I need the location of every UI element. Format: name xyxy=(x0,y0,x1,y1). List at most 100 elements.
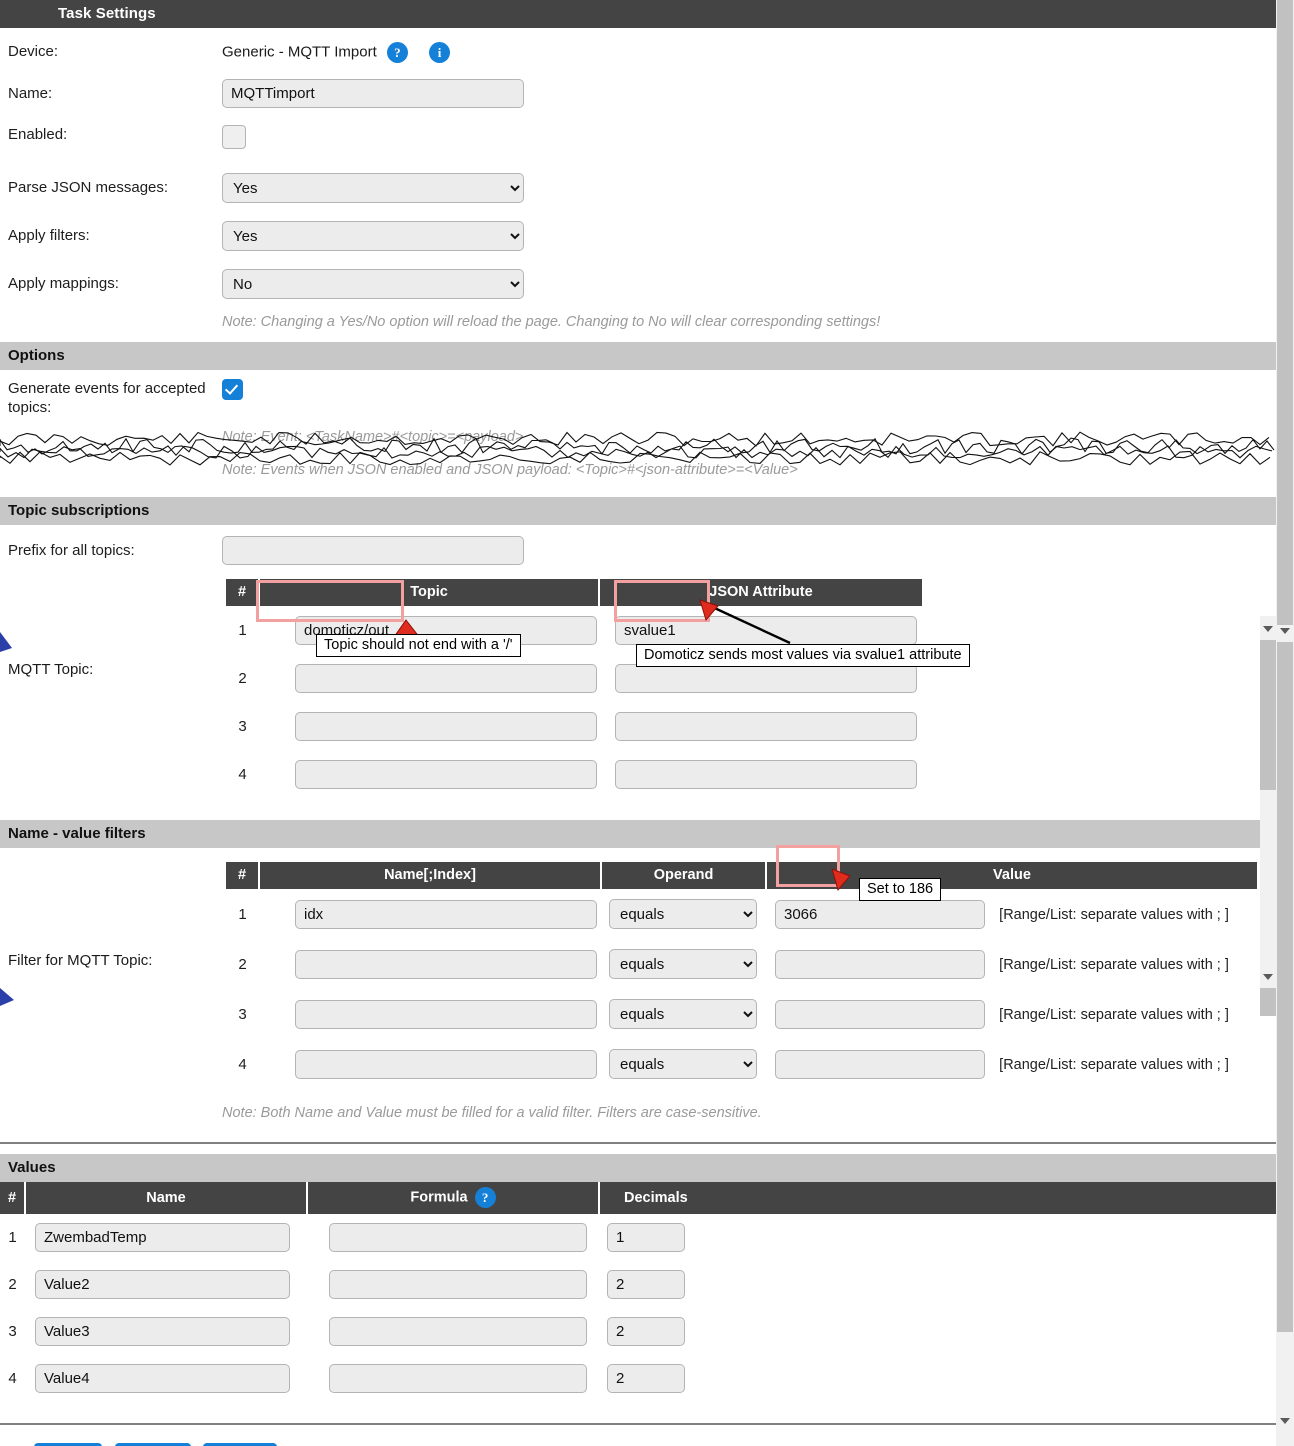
json-attr-input-3[interactable] xyxy=(615,711,917,741)
page-scrollbar-down-arrow[interactable] xyxy=(1280,628,1290,634)
parse-json-select[interactable]: Yes xyxy=(222,173,524,203)
th-values-num: # xyxy=(0,1182,26,1214)
value-name-input-3[interactable] xyxy=(35,1317,290,1346)
filter-operand-select-2[interactable]: equals xyxy=(609,949,757,979)
topic-table: # Topic JSON Attribute 1 2 3 xyxy=(226,579,922,798)
filter-hint-1: [Range/List: separate values with ; ] xyxy=(999,906,1229,923)
tear-wave-line xyxy=(0,445,1273,459)
name-label: Name: xyxy=(8,85,53,102)
value-name-input-2[interactable] xyxy=(35,1270,290,1299)
value-formula-input-3[interactable] xyxy=(329,1317,587,1346)
prefix-input[interactable] xyxy=(222,536,524,565)
formula-help-icon[interactable]: ? xyxy=(474,1187,496,1208)
enabled-label: Enabled: xyxy=(8,126,68,143)
section-header-topic-subscriptions: Topic subscriptions xyxy=(0,497,1276,525)
generate-events-row: Generate events for accepted topics: xyxy=(0,379,1276,417)
filter-name-input-2[interactable] xyxy=(295,949,597,979)
inner-scrollbar-down-arrow-2[interactable] xyxy=(1263,974,1273,980)
inner-scrollbar-thumb[interactable] xyxy=(1260,640,1276,790)
th-filter-operand: Operand xyxy=(601,862,767,889)
callout-topic: Topic should not end with a '/' xyxy=(316,634,521,657)
table-row: 3 xyxy=(0,1308,1276,1355)
filter-value-input-4[interactable] xyxy=(775,1049,985,1079)
json-attr-input-1[interactable] xyxy=(615,615,917,645)
json-attr-input-4[interactable] xyxy=(615,759,917,789)
inner-scrollbar-thumb-2[interactable] xyxy=(1260,988,1276,1016)
th-values-name: Name xyxy=(25,1182,308,1214)
mqtt-topic-label: MQTT Topic: xyxy=(8,661,94,678)
values-table-header-row: # Name Formula? Decimals xyxy=(0,1182,1276,1214)
inner-scrollbar-down-arrow[interactable] xyxy=(1263,626,1273,632)
table-row: 3 equals [Range/List: separate values wi… xyxy=(226,989,1257,1039)
task-settings-note-row: Note: Changing a Yes/No option will relo… xyxy=(0,314,1276,330)
filter-value-input-3[interactable] xyxy=(775,999,985,1029)
values-row-num-2: 2 xyxy=(8,1276,17,1293)
th-values-formula-text: Formula xyxy=(410,1189,468,1206)
json-attr-input-2[interactable] xyxy=(615,663,917,693)
th-topic: Topic xyxy=(259,579,600,606)
filter-name-input-1[interactable] xyxy=(295,899,597,929)
table-row: 2 equals [Range/List: separate values wi… xyxy=(226,939,1257,989)
filters-note: Note: Both Name and Value must be filled… xyxy=(222,1105,762,1121)
topic-row-num-4: 4 xyxy=(238,765,247,783)
topic-input-2[interactable] xyxy=(295,663,597,693)
filter-operand-select-1[interactable]: equals xyxy=(609,899,757,929)
value-decimals-input-4[interactable] xyxy=(607,1364,685,1393)
th-filter-value: Value xyxy=(766,862,1257,889)
name-input[interactable] xyxy=(222,79,524,108)
enabled-row: Enabled: xyxy=(0,125,1276,153)
device-label: Device: xyxy=(8,43,59,60)
settings-page: Task Settings Device: Generic - MQTT Imp… xyxy=(0,0,1276,1446)
value-formula-input-4[interactable] xyxy=(329,1364,587,1393)
options-note-json-event: Note: Events when JSON enabled and JSON … xyxy=(222,462,798,478)
help-icon[interactable]: ? xyxy=(386,42,408,63)
enabled-checkbox[interactable] xyxy=(222,125,246,149)
value-decimals-input-2[interactable] xyxy=(607,1270,685,1299)
callout-json-attribute: Domoticz sends most values via svalue1 a… xyxy=(636,644,970,667)
value-formula-input-2[interactable] xyxy=(329,1270,587,1299)
filters-table: # Name[;Index] Operand Value 1 equals [R… xyxy=(226,862,1257,1089)
filter-row-num-1: 1 xyxy=(238,905,247,923)
page-scrollbar-thumb-lower[interactable] xyxy=(1277,642,1293,1332)
page-scrollbar-down-arrow-2[interactable] xyxy=(1280,1418,1290,1424)
topic-input-3[interactable] xyxy=(295,711,597,741)
value-decimals-input-1[interactable] xyxy=(607,1223,685,1252)
value-name-input-1[interactable] xyxy=(35,1223,290,1252)
apply-filters-label: Apply filters: xyxy=(8,227,90,244)
page-scrollbar-thumb-upper[interactable] xyxy=(1277,0,1293,625)
th-topic-num: # xyxy=(226,579,260,606)
table-row: 3 xyxy=(226,702,922,750)
apply-mappings-row: Apply mappings: No xyxy=(0,269,1276,299)
info-icon[interactable]: i xyxy=(429,42,451,63)
inner-scrollbar[interactable] xyxy=(1260,616,1276,1016)
filter-label: Filter for MQTT Topic: xyxy=(8,952,153,969)
topic-table-header-row: # Topic JSON Attribute xyxy=(226,579,922,606)
filter-value-input-1[interactable] xyxy=(775,899,985,929)
th-values-formula: Formula? xyxy=(307,1182,600,1214)
topic-row-num-2: 2 xyxy=(238,669,247,687)
values-row-num-1: 1 xyxy=(8,1229,17,1246)
value-formula-input-1[interactable] xyxy=(329,1223,587,1252)
topic-input-4[interactable] xyxy=(295,759,597,789)
generate-events-checkbox[interactable] xyxy=(222,379,243,400)
table-row: 4 equals [Range/List: separate values wi… xyxy=(226,1039,1257,1089)
apply-filters-select[interactable]: Yes xyxy=(222,221,524,251)
apply-mappings-select[interactable]: No xyxy=(222,269,524,299)
value-name-input-4[interactable] xyxy=(35,1364,290,1393)
apply-filters-row: Apply filters: Yes xyxy=(0,221,1276,251)
filter-operand-select-4[interactable]: equals xyxy=(609,1049,757,1079)
prefix-label: Prefix for all topics: xyxy=(8,542,135,559)
values-row-num-3: 3 xyxy=(8,1323,17,1340)
values-row-num-4: 4 xyxy=(8,1370,17,1387)
filter-operand-select-3[interactable]: equals xyxy=(609,999,757,1029)
value-decimals-input-3[interactable] xyxy=(607,1317,685,1346)
filter-hint-2: [Range/List: separate values with ; ] xyxy=(999,956,1229,973)
filter-value-input-2[interactable] xyxy=(775,949,985,979)
filter-name-input-4[interactable] xyxy=(295,1049,597,1079)
apply-mappings-label: Apply mappings: xyxy=(8,275,119,292)
filter-row-num-4: 4 xyxy=(238,1055,247,1073)
table-row: 2 xyxy=(0,1261,1276,1308)
filter-name-input-3[interactable] xyxy=(295,999,597,1029)
options-note2-row: Note: Events when JSON enabled and JSON … xyxy=(0,462,1276,478)
page-scrollbar[interactable] xyxy=(1276,0,1294,1446)
